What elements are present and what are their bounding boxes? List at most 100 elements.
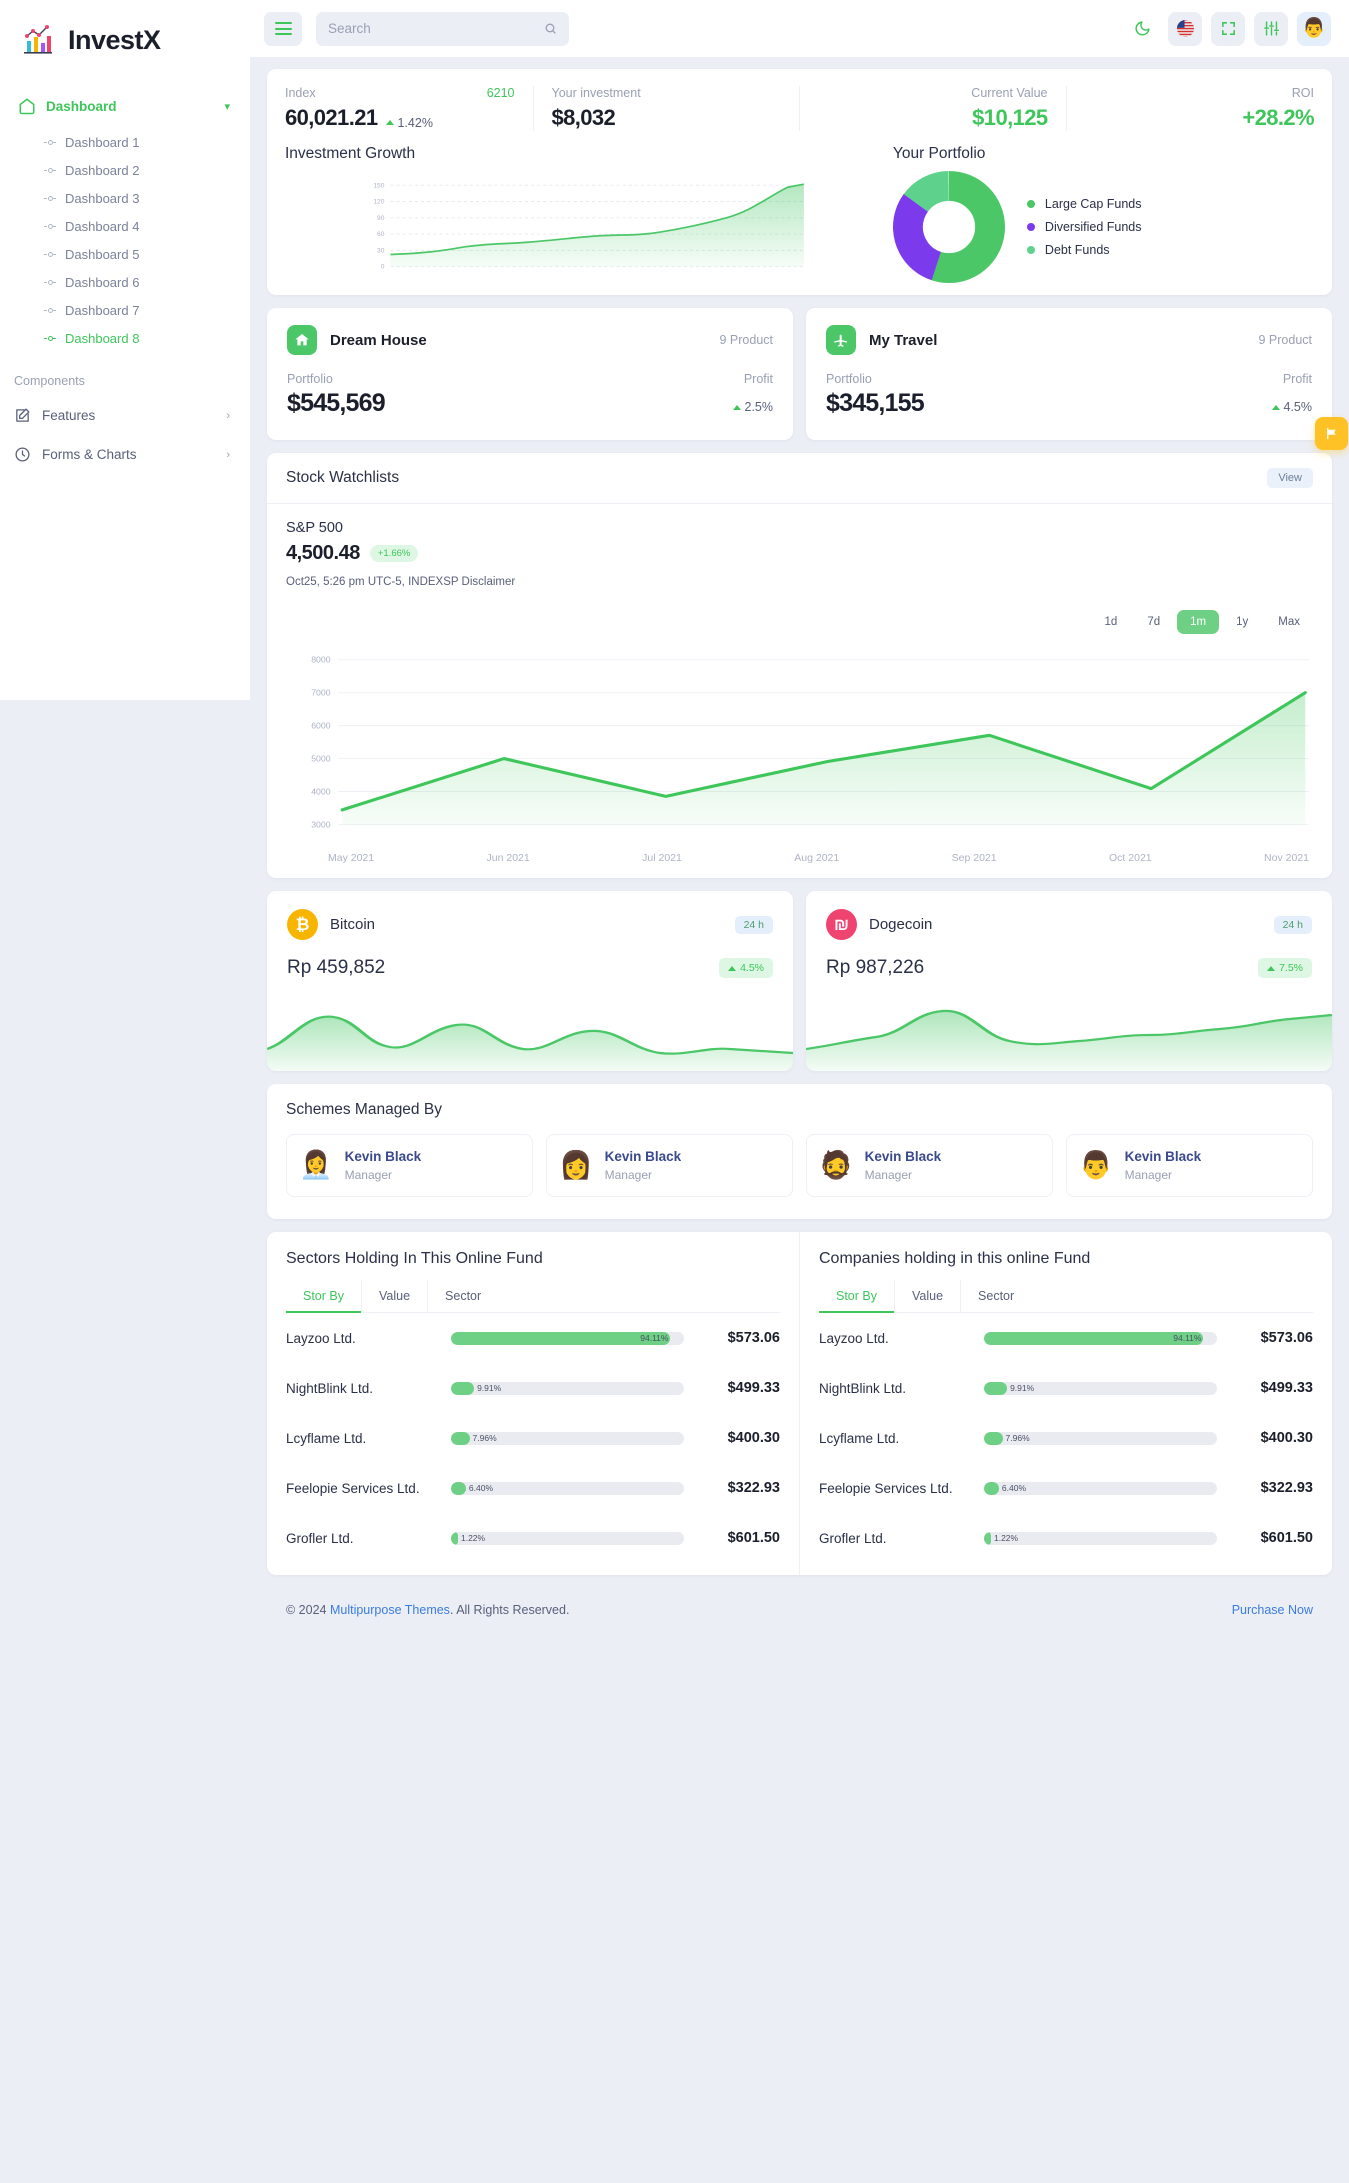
svg-text:60: 60 (377, 231, 385, 238)
schemes-card: Schemes Managed By 👩‍💼 Kevin Black Manag… (267, 1084, 1332, 1219)
sidebar-item-dashboard[interactable]: Dashboard ▾ (0, 88, 250, 124)
caret-up-icon (1267, 965, 1276, 971)
scheme-manager-card[interactable]: 👩 Kevin Black Manager (546, 1134, 793, 1197)
sidebar-item-dashboard-4[interactable]: Dashboard 4 (0, 212, 250, 240)
legend-item: Diversified Funds (1026, 220, 1142, 234)
product-name: Dream House (330, 331, 427, 349)
sidebar-rows: Features › Forms & Charts › (0, 396, 250, 474)
themes-link[interactable]: Multipurpose Themes (330, 1603, 450, 1617)
sidebar-subitem-label: Dashboard 7 (65, 302, 140, 318)
avatar-icon[interactable]: 👨 (1297, 11, 1331, 46)
product-card-my-travel[interactable]: My Travel 9 Product Portfolio Profit $34… (806, 308, 1348, 450)
crypto-card-bitcoin[interactable]: ₿ Bitcoin 24 h Rp 459,852 4.5% (267, 891, 793, 1071)
watchlist-index-name: S&P 500 (286, 520, 343, 536)
product-profit-text: 2.5% (744, 400, 774, 414)
search-input[interactable] (328, 21, 536, 36)
schemes-title: Schemes Managed By (286, 1101, 442, 1118)
portfolio-panel: Your Portfolio Large Cap Funds Diversifi… (892, 145, 1314, 285)
sidebar-item-dashboard-7[interactable]: Dashboard 7 (0, 296, 250, 324)
sidebar-subitem-label: Dashboard 1 (65, 134, 140, 150)
moon-icon[interactable] (1125, 12, 1159, 46)
crypto-change: 7.5% (1258, 958, 1312, 978)
main-area: 👨 Index 6210 60,021.21 1.42% Your invest… (250, 0, 1349, 1637)
sidebar-item-dashboard-6[interactable]: Dashboard 6 (0, 268, 250, 296)
holding-amount: $499.33 (1260, 1380, 1313, 1396)
brand[interactable]: InvestX (0, 0, 250, 80)
crypto-card-dogecoin[interactable]: ₪ Dogecoin 24 h Rp 987,226 7.5% (806, 891, 1332, 1071)
sidebar-item-forms-charts[interactable]: Forms & Charts › (0, 435, 250, 474)
caret-up-icon (386, 120, 395, 125)
range-tab-1m[interactable]: 1m (1177, 610, 1220, 634)
range-tab-7d[interactable]: 7d (1134, 610, 1173, 634)
sidebar-item-dashboard-8[interactable]: Dashboard 8 (0, 324, 250, 352)
scheme-manager-card[interactable]: 👨 Kevin Black Manager (1066, 1134, 1313, 1197)
copyright-suffix: . All Rights Reserved. (449, 1603, 570, 1617)
holding-percent: 7.96% (1005, 1433, 1030, 1443)
range-tab-Max[interactable]: Max (1265, 610, 1313, 634)
svg-text:150: 150 (373, 182, 384, 189)
scheme-manager-card[interactable]: 🧔 Kevin Black Manager (806, 1134, 1053, 1197)
hamburger-menu-icon[interactable] (264, 11, 302, 46)
stat-value: +28.2% (1242, 105, 1314, 130)
holding-progress-bar: 9.91% (984, 1381, 1217, 1395)
holding-progress-bar: 6.40% (451, 1481, 684, 1495)
tab-stor-by[interactable]: Stor By (286, 1280, 362, 1313)
crypto-sparkline-chart (267, 1015, 793, 1071)
holding-amount: $573.06 (1260, 1330, 1313, 1346)
legend-dot-icon (1026, 223, 1035, 231)
holding-name: Feelopie Services Ltd. (819, 1480, 953, 1496)
holding-amount: $400.30 (1260, 1430, 1313, 1446)
tab-value[interactable]: Value (895, 1280, 962, 1312)
fullscreen-icon[interactable] (1211, 11, 1245, 46)
flag-icon[interactable] (1315, 417, 1348, 450)
dashboard-submenu: Dashboard 1 Dashboard 2 Dashboard 3 Dash… (0, 124, 250, 352)
portfolio-legend: Large Cap Funds Diversified Funds Debt F… (1026, 197, 1142, 257)
search-box[interactable] (316, 11, 569, 46)
purchase-now-link[interactable]: Purchase Now (1232, 1603, 1313, 1617)
bullet-dot-icon (44, 195, 56, 201)
tab-stor-by[interactable]: Stor By (819, 1280, 895, 1313)
watchlist-price: 4,500.48 (286, 542, 360, 564)
holding-name: NightBlink Ltd. (819, 1380, 907, 1396)
sidebar-item-dashboard-5[interactable]: Dashboard 5 (0, 240, 250, 268)
holdings-columns: Sectors Holding In This Online Fund Stor… (267, 1232, 1332, 1575)
legend-item: Debt Funds (1026, 243, 1142, 257)
holdings-column: Companies holding in this online Fund St… (799, 1232, 1332, 1575)
tab-sector[interactable]: Sector (428, 1280, 498, 1312)
range-tab-1d[interactable]: 1d (1092, 610, 1131, 634)
view-button[interactable]: View (1267, 468, 1313, 488)
overview-card: Index 6210 60,021.21 1.42% Your investme… (267, 69, 1332, 295)
tab-sector[interactable]: Sector (961, 1280, 1031, 1312)
investment-growth-panel: Investment Growth 150 120 90 60 30 0 (285, 145, 883, 285)
holding-percent: 94.11% (640, 1333, 669, 1343)
us-flag-icon[interactable] (1168, 11, 1202, 46)
copyright-text: © 2024 Multipurpose Themes. All Rights R… (286, 1603, 569, 1617)
stat-label: Your investment (551, 86, 641, 100)
holding-progress-bar: 7.96% (451, 1431, 684, 1445)
holding-percent: 6.40% (1001, 1483, 1027, 1493)
x-axis-label: Jul 2021 (642, 852, 682, 864)
svg-text:5000: 5000 (311, 753, 331, 763)
sidebar-item-dashboard-3[interactable]: Dashboard 3 (0, 184, 250, 212)
stat-change-text: 1.42% (397, 115, 433, 130)
table-row: Feelopie Services Ltd. 6.40% $322.93 (286, 1463, 780, 1513)
crypto-price: Rp 987,226 (826, 957, 925, 978)
holding-name: Lcyflame Ltd. (819, 1430, 900, 1446)
tab-value[interactable]: Value (362, 1280, 429, 1312)
portfolio-label: Portfolio (287, 372, 333, 386)
stat-your-investment: Your investment $8,032 (532, 86, 800, 131)
sidebar-item-features[interactable]: Features › (0, 396, 250, 435)
avatar: 🧔 (819, 1150, 853, 1180)
product-card-dream-house[interactable]: Dream House 9 Product Portfolio Profit $… (267, 308, 793, 440)
topbar: 👨 (250, 0, 1349, 57)
sidebar-item-dashboard-2[interactable]: Dashboard 2 (0, 156, 250, 184)
sidebar-item-dashboard-1[interactable]: Dashboard 1 (0, 128, 250, 156)
sliders-icon[interactable] (1254, 11, 1288, 46)
holdings-tabs: Stor By Value Sector (286, 1280, 780, 1313)
range-tab-1y[interactable]: 1y (1223, 610, 1261, 634)
edit-square-icon (14, 407, 31, 424)
x-axis-label: Jun 2021 (486, 852, 530, 864)
scheme-manager-card[interactable]: 👩‍💼 Kevin Black Manager (286, 1134, 533, 1197)
topbar-actions: 👨 (1125, 11, 1331, 46)
bullet-dot-icon (44, 279, 56, 285)
